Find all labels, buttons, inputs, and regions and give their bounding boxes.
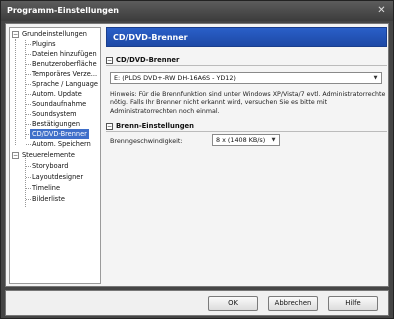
collapse-icon[interactable]: − (106, 123, 113, 130)
settings-tree: − Grundeinstellungen Plugins Dateien hin… (9, 27, 101, 284)
divider (106, 65, 387, 66)
help-button[interactable]: Hilfe (328, 296, 378, 311)
burner-device-value: E: (PLDS DVD+-RW DH-16A6S - YD12) (114, 74, 236, 82)
tree-item-dateien[interactable]: Dateien hinzufügen (30, 49, 99, 59)
chevron-down-icon[interactable]: ▼ (269, 136, 278, 144)
tree-item-sprache[interactable]: Sprache / Language (30, 79, 100, 89)
section-title: CD/DVD-Brenner (116, 56, 180, 64)
title-bar[interactable]: Programm-Einstellungen ✕ (1, 1, 393, 21)
tree-item-benutzeroberflaeche[interactable]: Benutzeroberfläche (30, 59, 99, 69)
tree-item-layoutdesigner[interactable]: Layoutdesigner (30, 172, 85, 182)
tree-item-timeline[interactable]: Timeline (30, 183, 62, 193)
divider (106, 131, 387, 132)
burn-speed-label: Brenngeschwindigkeit: (110, 137, 183, 145)
tree-item-temporaeres-verzeichnis[interactable]: Temporäres Verze... (30, 69, 99, 79)
tree-item-bilderliste[interactable]: Bilderliste (30, 194, 67, 204)
tree-item-bestaetigungen[interactable]: Bestätigungen (30, 119, 82, 129)
settings-panel: CD/DVD-Brenner − CD/DVD-Brenner E: (PLDS… (106, 27, 387, 284)
collapse-icon[interactable]: − (106, 57, 113, 64)
chevron-down-icon[interactable]: ▼ (371, 74, 380, 82)
close-icon[interactable]: ✕ (375, 4, 388, 17)
window-title: Programm-Einstellungen (7, 6, 120, 15)
section-brenn-einstellungen: − Brenn-Einstellungen (106, 122, 387, 132)
section-title: Brenn-Einstellungen (116, 122, 195, 130)
tree-item-soundsystem[interactable]: Soundsystem (30, 109, 79, 119)
tree-item-cd-dvd-brenner[interactable]: CD/DVD-Brenner (30, 129, 89, 139)
page-title: CD/DVD-Brenner (106, 27, 387, 47)
admin-hint-text: Hinweis: Für die Brennfunktion sind unte… (110, 91, 386, 115)
tree-item-autom-update[interactable]: Autom. Update (30, 89, 84, 99)
settings-window: Programm-Einstellungen ✕ − Grundeinstell… (0, 0, 394, 319)
tree-item-soundaufnahme[interactable]: Soundaufnahme (30, 99, 88, 109)
dialog-client-area: − Grundeinstellungen Plugins Dateien hin… (5, 23, 389, 287)
tree-item-storyboard[interactable]: Storyboard (30, 161, 70, 171)
burner-device-select[interactable]: E: (PLDS DVD+-RW DH-16A6S - YD12) ▼ (110, 72, 382, 84)
collapse-icon[interactable]: − (12, 31, 19, 38)
collapse-icon[interactable]: − (12, 152, 19, 159)
tree-group-grundeinstellungen[interactable]: Grundeinstellungen (20, 29, 89, 39)
tree-item-autom-speichern[interactable]: Autom. Speichern (30, 139, 93, 149)
section-cd-dvd-brenner: − CD/DVD-Brenner (106, 56, 387, 66)
cancel-button[interactable]: Abbrechen (268, 296, 318, 311)
tree-group-steuerelemente[interactable]: Steuerelemente (20, 150, 77, 160)
burn-speed-value: 8 x (1408 KB/s) (216, 136, 266, 144)
tree-item-plugins[interactable]: Plugins (30, 39, 58, 49)
ok-button[interactable]: OK (208, 296, 258, 311)
tree-connector (15, 39, 16, 145)
dialog-footer: OK Abbrechen Hilfe (5, 290, 389, 316)
burn-speed-select[interactable]: 8 x (1408 KB/s) ▼ (212, 134, 280, 146)
